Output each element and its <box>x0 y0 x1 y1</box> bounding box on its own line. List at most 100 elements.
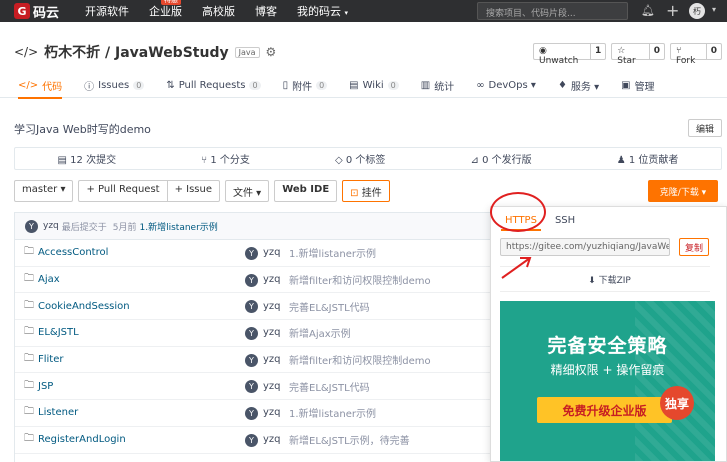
avatar: Y <box>245 300 258 314</box>
enterprise-ad-banner[interactable]: 完备安全策略 精细权限 + 操作留痕 免费升级企业版 独享 <box>500 301 715 461</box>
tab-manage-label: 管理 <box>634 81 655 93</box>
tab-pull-requests[interactable]: ⇅ Pull Requests 0 <box>166 72 261 98</box>
logo-g-icon: G <box>14 3 30 19</box>
tab-wiki-count: 0 <box>387 80 399 90</box>
file-commit-message[interactable]: 新增EL&JSTL示例，待完善 <box>289 432 410 447</box>
file-commit-message[interactable]: 新增Ajax示例 <box>289 325 351 340</box>
language-tag[interactable]: Java <box>234 46 260 58</box>
file-commit-message[interactable]: 新增filter和访问权限控制demo <box>289 352 431 367</box>
branches-count: 1 <box>210 155 217 166</box>
top-nav: G 码云 开源软件 企业版 特惠 高校版 博客 我的码云 ▾ 搜索项目、代码片段.… <box>0 0 727 22</box>
nav-my-gitee[interactable]: 我的码云 ▾ <box>297 3 348 19</box>
branch-icon: ⑂ <box>201 155 208 166</box>
folder-icon: 🗀︎ <box>24 353 34 365</box>
gear-icon[interactable]: ⚙ <box>266 45 277 59</box>
file-menu-button[interactable]: 文件 ▾ <box>225 180 270 202</box>
avatar: Y <box>25 219 38 233</box>
commit-author[interactable]: yzq <box>43 221 59 231</box>
commits-label: 次提交 <box>86 155 117 166</box>
file-commit-author[interactable]: yzq <box>263 247 281 258</box>
copy-button[interactable]: 复制 <box>679 238 709 256</box>
unwatch-label: ◉ Unwatch <box>534 44 592 66</box>
chevron-down-icon: ▾ <box>344 9 349 17</box>
plus-icon[interactable]: + <box>666 1 679 20</box>
unwatch-button[interactable]: ◉ Unwatch 1 <box>533 43 607 66</box>
file-name[interactable]: CookieAndSession <box>38 301 130 312</box>
chevron-down-icon[interactable]: ▾ <box>712 5 716 14</box>
tab-attachments[interactable]: ▯ 附件 0 <box>283 72 328 98</box>
file-commit-message[interactable]: 新增filter和访问权限控制demo <box>289 272 431 287</box>
logo[interactable]: G 码云 <box>14 2 59 21</box>
tab-issues[interactable]: ⓘ Issues 0 <box>84 72 145 98</box>
tab-services[interactable]: ♦ 服务 ▾ <box>558 72 599 98</box>
tab-ssh[interactable]: SSH <box>551 212 579 231</box>
file-name[interactable]: Fliter <box>38 354 64 365</box>
stat-releases[interactable]: ⊿ 0 个发行版 <box>470 151 531 166</box>
edit-button[interactable]: 编辑 <box>688 119 722 137</box>
tab-wiki-label: Wiki <box>362 79 384 91</box>
nav-blog[interactable]: 博客 <box>255 3 277 19</box>
file-commit-author[interactable]: yzq <box>263 274 281 285</box>
file-name[interactable]: RegisterAndLogin <box>38 434 126 445</box>
widget-button[interactable]: ⊡ 挂件 <box>342 180 390 202</box>
nav-open-source[interactable]: 开源软件 <box>85 3 129 19</box>
widget-label: 挂件 <box>361 188 382 199</box>
folder-icon: 🗀︎ <box>24 299 34 311</box>
nav-enterprise[interactable]: 企业版 特惠 <box>149 0 182 19</box>
file-name[interactable]: Listener <box>38 407 78 418</box>
stat-tags[interactable]: ◇ 0 个标签 <box>335 151 385 166</box>
download-icon: ⬇ <box>588 276 596 286</box>
pull-request-icon: ⇅ <box>166 79 175 91</box>
fork-label: ⑂ Fork <box>671 44 707 66</box>
tab-code[interactable]: </> 代码 <box>18 72 63 99</box>
stat-branches[interactable]: ⑂ 1 个分支 <box>201 151 250 166</box>
repo-name[interactable]: 朽木不折 / JavaWebStudy <box>44 42 228 62</box>
divider <box>500 291 710 292</box>
tab-wiki[interactable]: ▤ Wiki 0 <box>349 72 399 98</box>
clone-download-button[interactable]: 克隆/下载 ▾ <box>648 180 718 202</box>
branch-select[interactable]: master ▾ <box>14 180 74 202</box>
nav-university[interactable]: 高校版 <box>202 3 235 19</box>
file-commit-author[interactable]: yzq <box>263 354 281 365</box>
commit-message[interactable]: 1.新增listaner示例 <box>140 220 218 233</box>
tab-stats[interactable]: ▥ 统计 <box>421 72 454 98</box>
repo-description: 学习Java Web时写的demo <box>14 123 151 136</box>
file-commit-message[interactable]: 完善EL&JSTL代码 <box>289 299 370 314</box>
tags-label: 个标签 <box>355 155 386 166</box>
releases-label: 个发行版 <box>491 155 532 166</box>
file-commit-author[interactable]: yzq <box>263 434 281 445</box>
file-commit-message[interactable]: 1.新增listaner示例 <box>289 245 376 260</box>
avatar: Y <box>245 327 258 341</box>
file-name[interactable]: Ajax <box>38 274 60 285</box>
file-commit-message[interactable]: 1.新增listaner示例 <box>289 405 376 420</box>
watch-count: 1 <box>595 46 602 56</box>
file-commit-author[interactable]: yzq <box>263 301 281 312</box>
pull-request-button[interactable]: + Pull Request <box>78 180 168 202</box>
file-commit-author[interactable]: yzq <box>263 407 281 418</box>
upgrade-enterprise-button[interactable]: 免费升级企业版 <box>537 397 672 423</box>
file-commit-author[interactable]: yzq <box>263 327 281 338</box>
file-name[interactable]: AccessControl <box>38 247 108 258</box>
star-button[interactable]: ☆ Star 0 <box>611 43 666 66</box>
stat-commits[interactable]: ▤ 12 次提交 <box>58 151 117 166</box>
avatar: Y <box>245 273 258 287</box>
contributors-count: 1 <box>628 155 636 166</box>
avatar[interactable]: 朽 <box>689 3 705 19</box>
web-ide-button[interactable]: Web IDE <box>274 180 338 202</box>
file-commit-message[interactable]: 完善EL&JSTL代码 <box>289 379 370 394</box>
file-commit-author[interactable]: yzq <box>263 381 281 392</box>
stat-contributors[interactable]: ♟ 1 位贡献者 <box>617 151 679 166</box>
tab-manage[interactable]: ▣ 管理 <box>621 72 654 98</box>
tab-devops[interactable]: ∞ DevOps ▾ <box>476 72 536 98</box>
file-name[interactable]: JSP <box>38 381 53 392</box>
file-name[interactable]: EL&JSTL <box>38 327 79 338</box>
tab-issues-count: 0 <box>133 80 145 90</box>
search-input[interactable]: 搜索项目、代码片段... <box>477 2 628 20</box>
fork-button[interactable]: ⑂ Fork 0 <box>670 43 722 66</box>
bell-icon[interactable]: 🔔︎ <box>641 4 655 18</box>
fork-text: Fork <box>676 56 696 66</box>
tab-pr-count: 0 <box>249 80 261 90</box>
stats-icon: ▥ <box>420 79 431 91</box>
issue-button[interactable]: + Issue <box>167 180 220 202</box>
folder-icon: 🗀︎ <box>24 406 34 418</box>
